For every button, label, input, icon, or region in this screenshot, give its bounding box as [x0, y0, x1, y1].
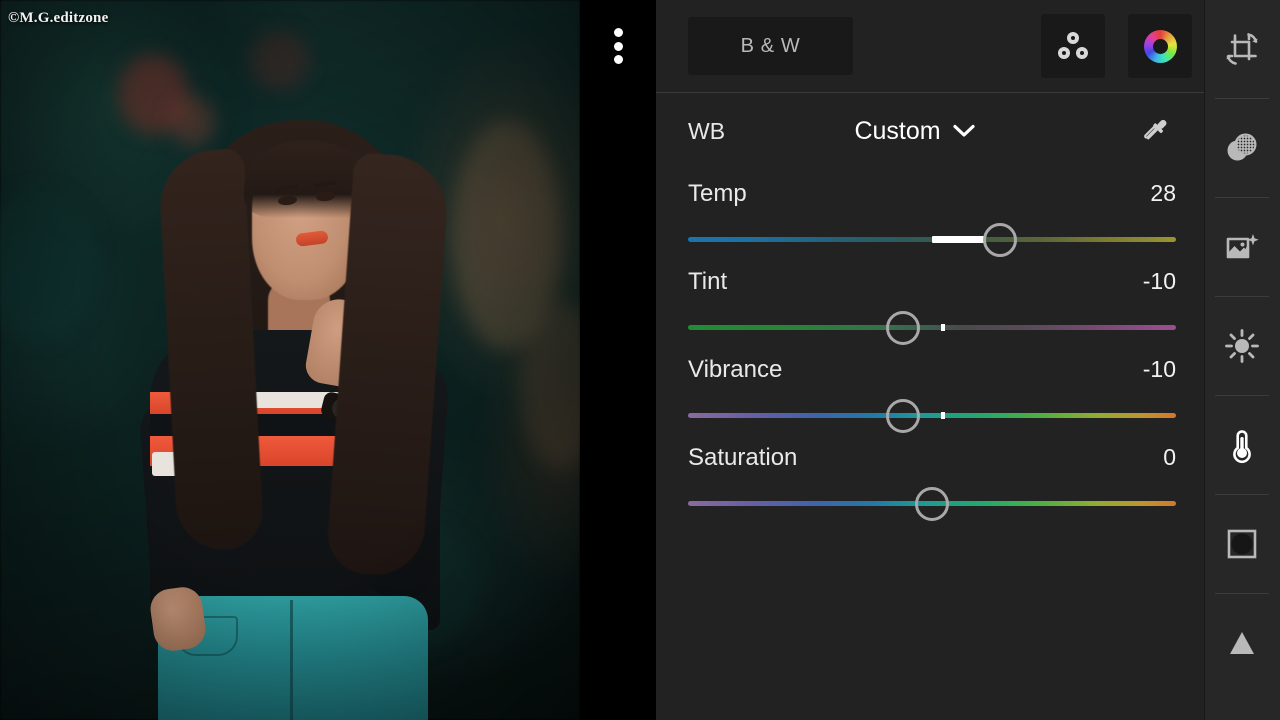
slider-center-tick — [941, 324, 945, 331]
white-balance-row: WB Custom — [656, 93, 1204, 169]
rail-left-edge — [1204, 0, 1205, 720]
mixer-dot — [1076, 47, 1088, 59]
wb-label: WB — [688, 117, 726, 144]
compare-triangle-icon — [1230, 632, 1254, 654]
panel-toolbar: B & W — [656, 0, 1204, 92]
tool-rail — [1204, 0, 1280, 720]
color-mixer-button[interactable] — [1041, 14, 1105, 78]
photo-gutter — [580, 0, 656, 720]
slider-fill — [932, 236, 985, 243]
slider-knob[interactable] — [983, 223, 1018, 257]
photo-vignette — [0, 0, 580, 720]
slider-knob[interactable] — [885, 311, 920, 345]
eyedropper-icon[interactable] — [1134, 110, 1176, 152]
color-thermometer-icon — [1233, 430, 1251, 463]
tool-compare[interactable] — [1204, 594, 1280, 692]
mixer-dot — [1058, 47, 1070, 59]
menu-dot — [613, 28, 623, 37]
slider-header: Vibrance -10 — [688, 356, 1176, 390]
color-mixer-icon — [1057, 32, 1089, 60]
tool-effects[interactable] — [1204, 198, 1280, 296]
effects-image-sparkle-icon — [1226, 234, 1259, 259]
slider-value: 28 — [1150, 180, 1176, 206]
bw-button[interactable]: B & W — [688, 17, 853, 75]
slider-knob[interactable] — [915, 487, 949, 521]
slider-header: Saturation 0 — [688, 444, 1176, 478]
slider-track-area[interactable] — [688, 487, 1176, 521]
slider-center-tick — [941, 412, 945, 419]
slider-label: Tint — [688, 268, 728, 295]
wb-preset-dropdown[interactable]: Custom — [725, 117, 1134, 146]
mixer-dot — [1067, 32, 1079, 44]
light-sun-icon — [1225, 329, 1259, 363]
slider-knob[interactable] — [885, 399, 920, 433]
more-vertical-icon[interactable] — [605, 24, 631, 68]
tool-vignette[interactable] — [1204, 495, 1280, 593]
slider-header: Tint -10 — [688, 268, 1176, 302]
slider-label: Saturation — [688, 444, 798, 471]
color-wheel-icon — [1143, 29, 1177, 63]
slider-vibrance: Vibrance -10 — [656, 356, 1204, 433]
photo-canvas[interactable] — [0, 0, 580, 720]
color-edit-panel: B & W WB Custom Temp 28 Tint -10 Vibranc… — [656, 0, 1204, 720]
vignette-frame-icon — [1227, 529, 1257, 559]
tool-color[interactable] — [1204, 396, 1280, 494]
slider-tint: Tint -10 — [656, 268, 1204, 345]
wb-preset-value: Custom — [854, 116, 941, 145]
tool-light[interactable] — [1204, 297, 1280, 395]
slider-list: Temp 28 Tint -10 Vibrance -10 Saturation 0 — [656, 180, 1204, 521]
tool-crop[interactable] — [1204, 0, 1280, 98]
color-wheel-button[interactable] — [1128, 14, 1192, 78]
slider-track-area[interactable] — [688, 399, 1176, 433]
watermark-text: ©M.G.editzone — [8, 10, 109, 26]
slider-value: 0 — [1163, 444, 1176, 470]
slider-track-area[interactable] — [688, 223, 1176, 257]
slider-temp: Temp 28 — [656, 180, 1204, 257]
photo-preview-stage: ©M.G.editzone — [0, 0, 580, 720]
slider-track — [688, 325, 1176, 330]
menu-dot — [613, 41, 623, 51]
menu-dot — [613, 55, 623, 64]
slider-saturation: Saturation 0 — [656, 444, 1204, 521]
slider-track — [688, 413, 1176, 418]
tool-healing[interactable] — [1204, 99, 1280, 197]
slider-value: -10 — [1142, 268, 1176, 294]
healing-blend-icon — [1227, 133, 1257, 161]
crop-rotate-icon — [1226, 33, 1258, 65]
eyedropper-glyph — [1144, 119, 1167, 140]
slider-header: Temp 28 — [688, 180, 1176, 214]
slider-label: Temp — [688, 180, 747, 207]
chevron-down-icon — [952, 124, 975, 137]
slider-track-area[interactable] — [688, 311, 1176, 345]
slider-value: -10 — [1142, 356, 1176, 382]
lightroom-color-screen: ©M.G.editzone B & W WB Custom Temp 28 Ti… — [0, 0, 1280, 720]
slider-label: Vibrance — [688, 356, 783, 383]
